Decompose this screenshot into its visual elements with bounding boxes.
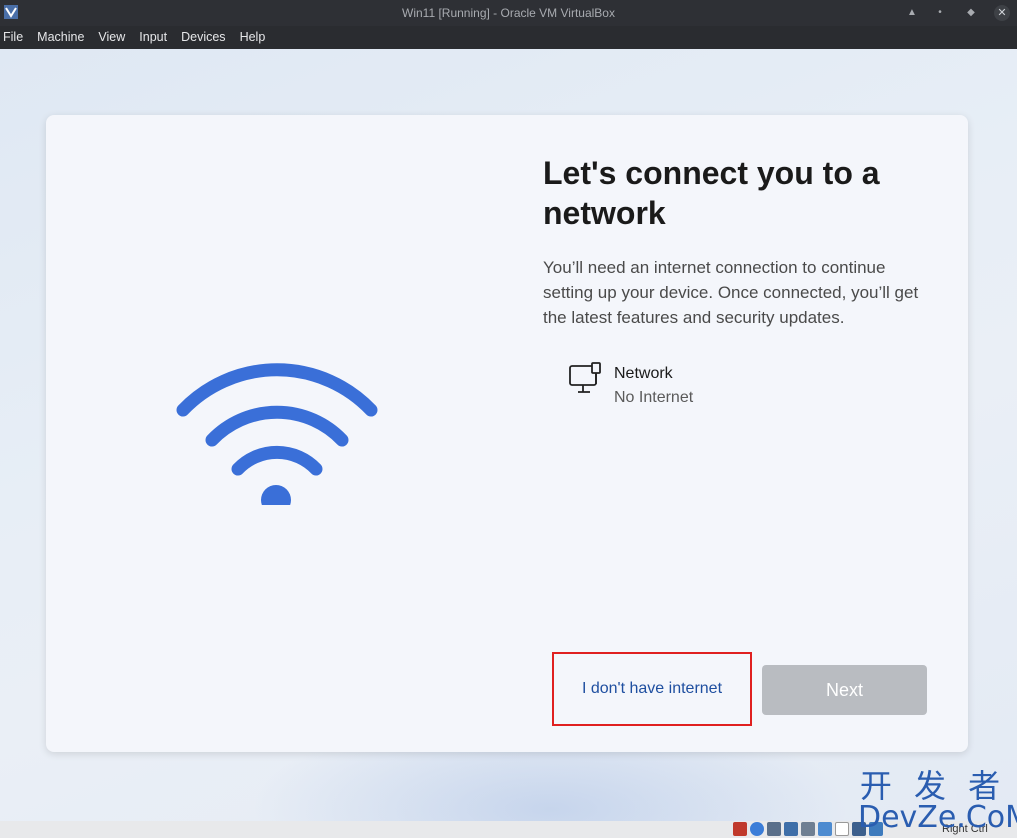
display-icon[interactable] — [835, 822, 849, 836]
audio-icon[interactable] — [767, 822, 781, 836]
network-list-item[interactable]: Network No Internet — [568, 360, 828, 410]
watermark-en: DevZe.CoM — [858, 800, 1017, 835]
menu-devices[interactable]: Devices — [174, 26, 232, 49]
close-button[interactable]: ✕ — [994, 5, 1010, 21]
menu-bar: File Machine View Input Devices Help — [0, 26, 1017, 49]
menu-help[interactable]: Help — [233, 26, 273, 49]
window-title: Win11 [Running] - Oracle VM VirtualBox — [402, 6, 615, 20]
usb-icon[interactable] — [801, 822, 815, 836]
menu-view[interactable]: View — [91, 26, 132, 49]
maximize-button[interactable]: ◆ — [963, 5, 979, 21]
ethernet-pc-icon — [569, 362, 601, 393]
wifi-icon — [176, 363, 378, 505]
minimize-button[interactable]: • — [932, 5, 948, 21]
next-button[interactable]: Next — [762, 665, 927, 715]
window-titlebar: Win11 [Running] - Oracle VM VirtualBox ▲… — [0, 0, 1017, 26]
no-internet-button[interactable]: I don't have internet — [552, 652, 752, 726]
page-description: You’ll need an internet connection to co… — [543, 258, 919, 327]
network-status: No Internet — [614, 389, 694, 406]
network-icon[interactable] — [784, 822, 798, 836]
hard-disk-icon[interactable] — [733, 822, 747, 836]
oobe-network-card: Let's connect you to a network You’ll ne… — [46, 115, 968, 752]
page-title: Let's connect you to a network — [543, 155, 880, 231]
network-name: Network — [614, 365, 673, 382]
menu-input[interactable]: Input — [132, 26, 174, 49]
shared-folders-icon[interactable] — [818, 822, 832, 836]
watermark: 开 发 者 DevZe.CoM — [858, 767, 1017, 835]
keep-above-button[interactable]: ▲ — [904, 5, 920, 21]
watermark-cn: 开 发 者 — [859, 767, 1007, 805]
menu-machine[interactable]: Machine — [30, 26, 91, 49]
vm-display[interactable]: Let's connect you to a network You’ll ne… — [0, 49, 1017, 821]
optical-drive-icon[interactable] — [750, 822, 764, 836]
menu-file[interactable]: File — [3, 26, 30, 49]
